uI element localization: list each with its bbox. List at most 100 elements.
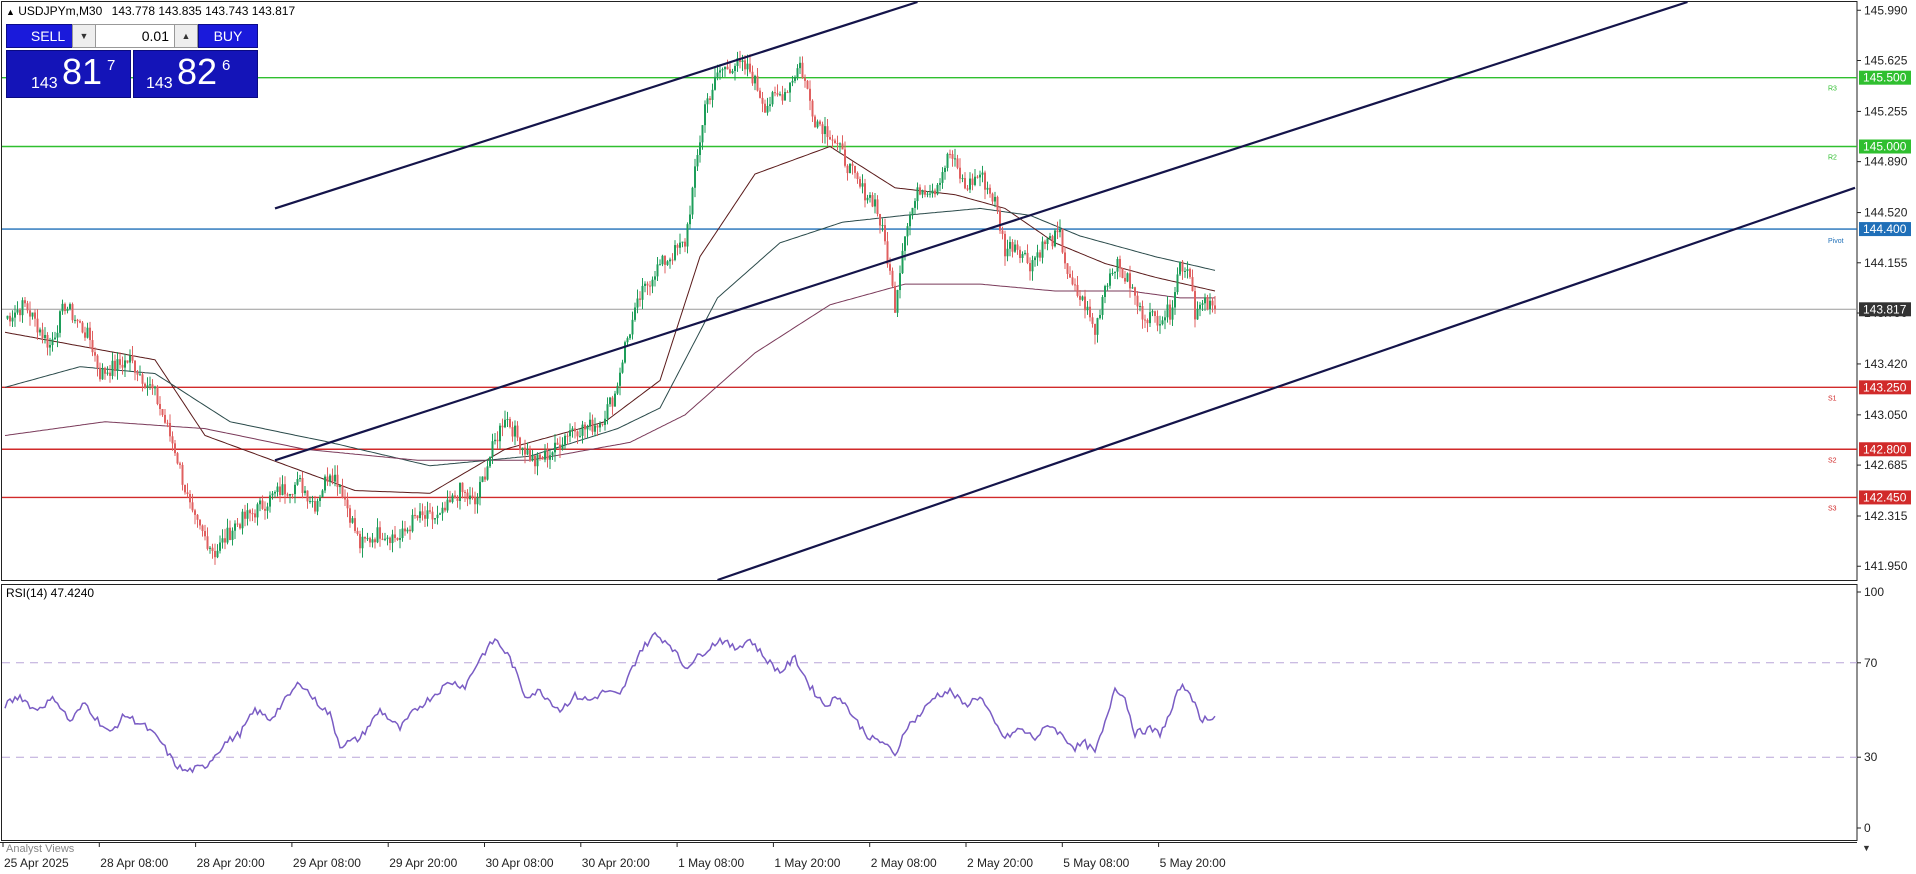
candle-body — [1174, 292, 1176, 308]
candle-body — [649, 285, 651, 287]
candle-body — [6, 315, 9, 319]
time-tick-label: 29 Apr 08:00 — [293, 856, 361, 870]
candle-body — [666, 261, 669, 265]
lot-decrease-icon[interactable]: ▼ — [73, 25, 96, 47]
candle-body — [329, 475, 331, 482]
candle-body — [926, 193, 929, 195]
candle-body — [284, 484, 286, 495]
candle-body — [591, 419, 594, 432]
candle-body — [894, 285, 896, 313]
candle-body — [664, 255, 666, 265]
price-tick-label: 142.315 — [1864, 509, 1908, 523]
candle-body — [434, 518, 436, 520]
candle-body — [334, 474, 336, 482]
candle-body — [1126, 273, 1129, 282]
candle-body — [44, 334, 46, 339]
candle-body — [841, 143, 844, 150]
candle-body — [186, 492, 189, 495]
buy-button[interactable]: BUY — [198, 24, 258, 48]
candle-body — [936, 184, 939, 195]
candle-body — [426, 510, 429, 519]
candle-body — [379, 527, 381, 539]
time-tick-label: 28 Apr 08:00 — [100, 856, 168, 870]
candle-body — [251, 513, 254, 515]
candle-body — [814, 116, 816, 128]
price-tick-label: 144.520 — [1864, 206, 1908, 220]
candle-body — [631, 319, 634, 335]
candle-body — [909, 215, 911, 227]
candle-body — [1069, 273, 1071, 278]
candle-body — [1121, 268, 1124, 278]
candle-body — [254, 513, 256, 518]
candle-body — [1014, 244, 1016, 252]
candle-body — [671, 259, 674, 261]
analyst-views-tab[interactable]: Analyst Views — [6, 843, 74, 855]
candle-body — [1019, 249, 1021, 258]
rsi-label: RSI(14) 47.4240 — [6, 586, 95, 600]
candle-body — [161, 408, 164, 415]
lot-increase-icon[interactable]: ▲ — [174, 25, 197, 47]
candle-body — [1169, 304, 1171, 320]
candle-body — [956, 158, 959, 168]
chart-svg[interactable]: 145.990 145.625 145.255 144.890 144.520 144.1… — [0, 0, 1916, 874]
candle-body — [784, 92, 786, 101]
lot-size-stepper[interactable]: ▼ 0.01 ▲ — [72, 24, 198, 48]
level-price-label: 145.500 — [1863, 71, 1907, 85]
candle-body — [911, 207, 914, 216]
sell-price-pips: 81 — [62, 51, 103, 92]
scroll-down-icon[interactable]: ▼ — [1862, 843, 1871, 853]
candle-body — [61, 303, 64, 312]
candle-body — [1214, 305, 1216, 310]
candle-body — [1026, 252, 1029, 264]
candle-body — [346, 499, 349, 509]
candle-body — [489, 456, 491, 467]
candle-body — [304, 490, 306, 493]
candle-body — [84, 332, 86, 338]
rsi-line — [4, 631, 1216, 774]
candle-body — [124, 360, 126, 368]
candle-body — [281, 484, 284, 496]
candle-body — [14, 312, 16, 318]
candle-body — [871, 195, 874, 207]
lot-size-input[interactable]: 0.01 — [97, 25, 173, 47]
candle-body — [836, 143, 839, 145]
candle-body — [959, 167, 961, 179]
candle-body — [384, 538, 386, 540]
candle-body — [1109, 273, 1111, 286]
sell-price-button[interactable]: 143 81 7 — [6, 50, 131, 98]
candle-body — [476, 497, 479, 505]
candle-body — [861, 183, 864, 187]
candle-body — [624, 342, 626, 363]
candle-body — [979, 174, 981, 178]
price-tick-label: 144.890 — [1864, 155, 1908, 169]
candle-body — [309, 501, 311, 503]
rsi-tick-label: 70 — [1864, 656, 1878, 670]
candle-body — [874, 199, 876, 207]
candle-body — [391, 534, 394, 544]
candle-body — [696, 155, 699, 167]
candle-body — [269, 495, 271, 507]
time-tick-label: 5 May 20:00 — [1160, 856, 1226, 870]
price-tick-label: 144.155 — [1864, 256, 1908, 270]
candle-body — [351, 518, 354, 523]
candle-body — [376, 527, 379, 543]
buy-price-button[interactable]: 143 82 6 — [133, 50, 258, 98]
price-tick-label: 145.255 — [1864, 104, 1908, 118]
candle-body — [204, 531, 206, 537]
candle-body — [934, 190, 936, 195]
candle-body — [1139, 306, 1141, 308]
candle-body — [1021, 253, 1024, 258]
candle-body — [1206, 297, 1209, 310]
candle-body — [79, 321, 81, 323]
candle-body — [636, 298, 639, 308]
candle-body — [1209, 300, 1211, 310]
candle-body — [794, 77, 796, 81]
collapse-arrow-icon[interactable]: ▲ — [6, 7, 15, 17]
candle-body — [311, 501, 314, 503]
candle-body — [121, 364, 124, 368]
candle-body — [569, 430, 571, 437]
candle-body — [244, 511, 246, 519]
sell-price-fraction: 7 — [107, 57, 116, 74]
candle-body — [804, 77, 806, 81]
candle-body — [326, 476, 329, 482]
